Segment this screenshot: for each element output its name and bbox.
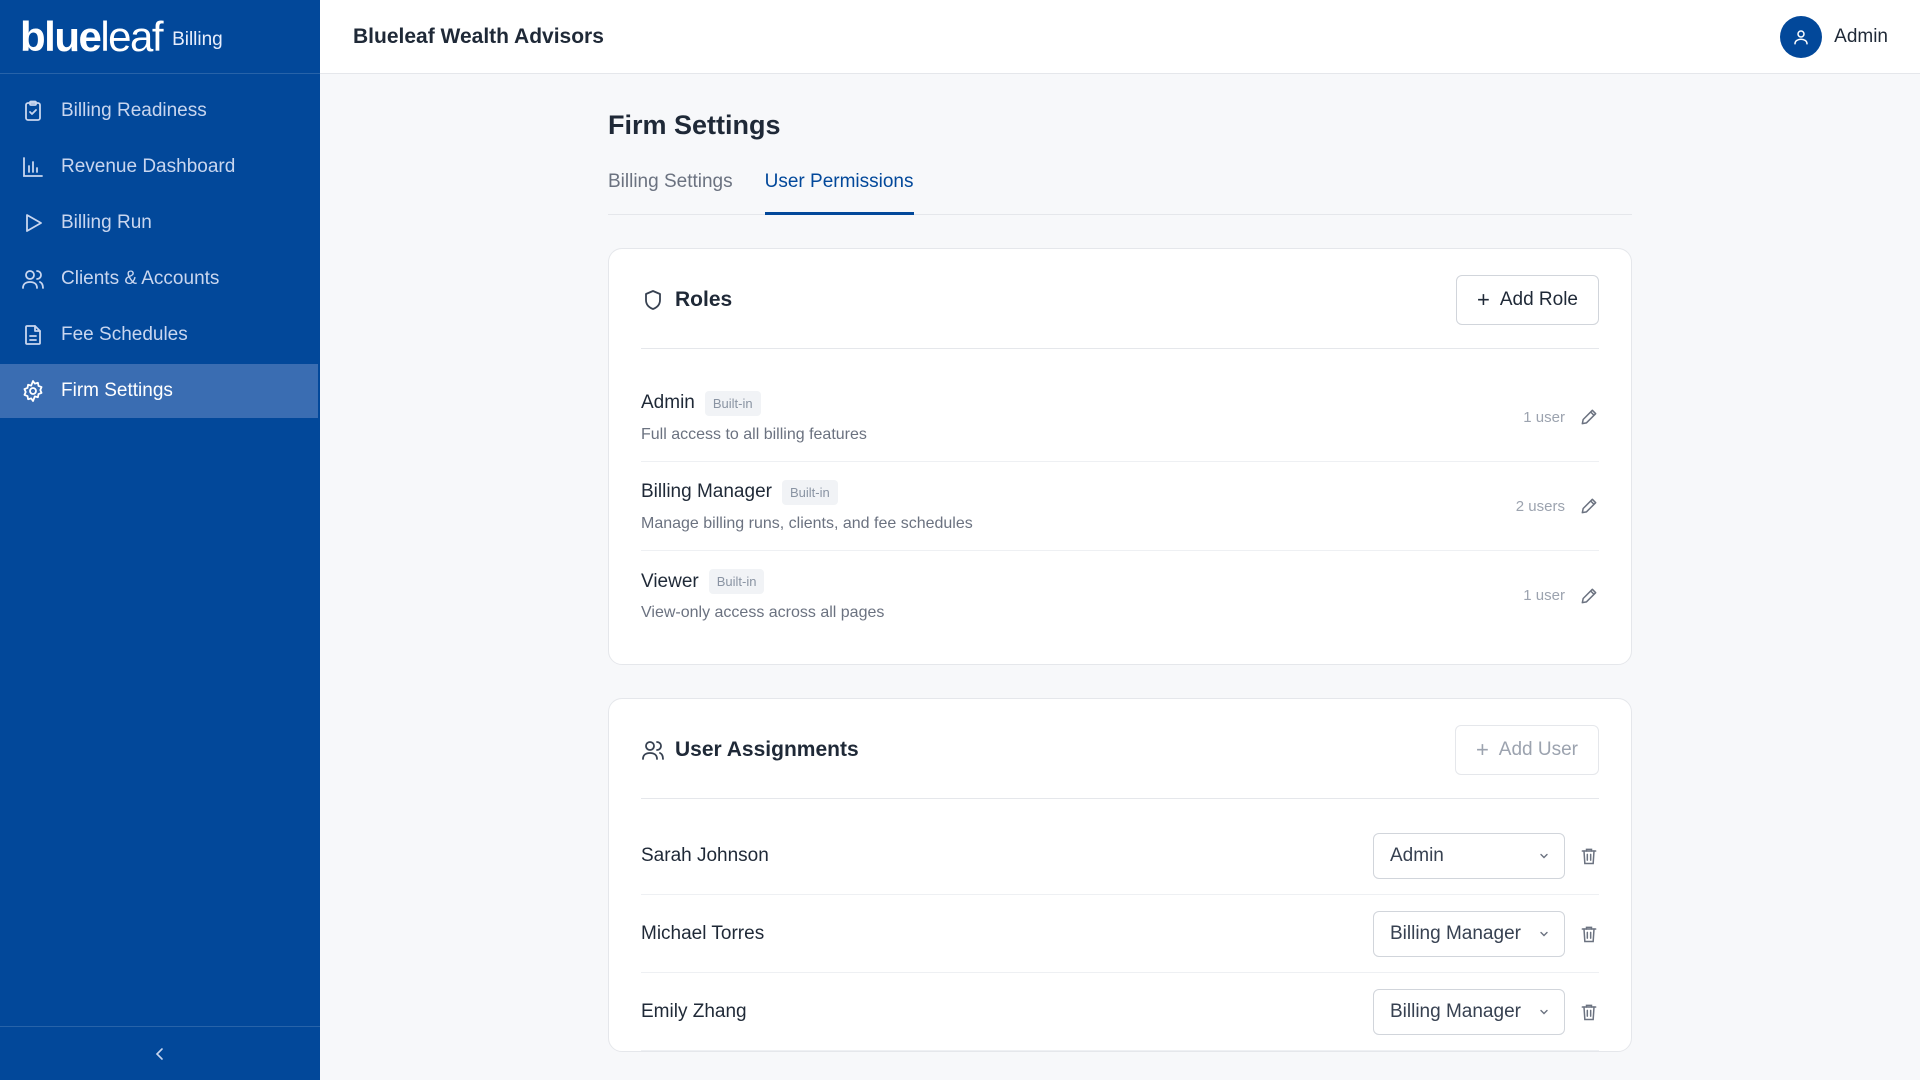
assignee-name: Sarah Johnson — [641, 844, 769, 866]
pencil-icon[interactable] — [1579, 496, 1599, 516]
role-select-value: Billing Manager — [1390, 922, 1521, 944]
user-name: Admin — [1834, 25, 1888, 47]
shield-icon — [645, 289, 661, 310]
built-in-badge: Built-in — [708, 569, 765, 594]
chevron-down-icon — [1540, 1009, 1548, 1014]
assignment-row: Emily Zhang Billing Manager — [641, 973, 1599, 1051]
plus-icon: + — [1475, 736, 1489, 762]
firm-name: Blueleaf Wealth Advisors — [353, 24, 604, 48]
role-select-value: Billing Manager — [1390, 1000, 1521, 1022]
assignment-list: Sarah Johnson Admin Michael Torres Billi… — [641, 799, 1599, 1051]
role-row: Admin Built-in Full access to all billin… — [641, 373, 1599, 462]
assignments-card-header: User Assignments + Add User — [641, 699, 1599, 799]
role-name: Viewer — [641, 570, 699, 592]
role-description: Manage billing runs, clients, and fee sc… — [641, 514, 973, 532]
role-user-count: 2 users — [1515, 497, 1565, 515]
role-user-count: 1 user — [1523, 587, 1565, 604]
brand-subtitle: Billing — [172, 28, 223, 50]
sidebar-item-label: Revenue Dashboard — [61, 156, 236, 177]
brand: blueleaf Billing — [0, 0, 320, 74]
collapse-sidebar-button[interactable] — [0, 1026, 320, 1080]
role-description: Full access to all billing features — [641, 425, 867, 443]
roles-title: Roles — [675, 287, 733, 311]
add-role-label: Add Role — [1499, 288, 1578, 310]
users-icon — [642, 740, 664, 760]
chevron-down-icon — [1540, 931, 1548, 936]
tab-user-permissions[interactable]: User Permissions — [764, 167, 914, 215]
gear-icon — [23, 380, 43, 402]
sidebar-item-firm-settings[interactable]: Firm Settings — [0, 364, 318, 418]
logo-light-text: leaf — [100, 12, 163, 60]
pencil-icon[interactable] — [1579, 407, 1599, 427]
add-user-button[interactable]: + Add User — [1454, 724, 1599, 775]
bar-chart-icon — [23, 157, 43, 177]
role-name: Admin — [641, 392, 695, 413]
add-role-button[interactable]: + Add Role — [1455, 274, 1599, 325]
role-select-value: Admin — [1390, 844, 1444, 866]
brand-logo[interactable]: blueleaf — [20, 12, 164, 60]
role-user-count: 1 user — [1523, 408, 1565, 426]
clipboard-check-icon — [25, 100, 41, 121]
assignments-title: User Assignments — [675, 737, 859, 761]
sidebar-item-clients-accounts[interactable]: Clients & Accounts — [0, 252, 320, 306]
sidebar-item-label: Clients & Accounts — [61, 268, 220, 289]
sidebar: blueleaf Billing Billing Readiness Reven… — [0, 0, 320, 1080]
logo-bold-text: blue — [20, 12, 102, 60]
add-user-label: Add User — [1498, 738, 1578, 760]
top-header: Blueleaf Wealth Advisors Admin — [320, 0, 1920, 74]
sidebar-item-billing-run[interactable]: Billing Run — [0, 196, 320, 250]
role-select[interactable]: Billing Manager — [1373, 910, 1565, 957]
role-select[interactable]: Billing Manager — [1373, 988, 1565, 1035]
role-row: Billing Manager Built-in Manage billing … — [641, 462, 1599, 551]
assignee-name: Michael Torres — [641, 922, 765, 944]
sidebar-item-label: Billing Run — [61, 212, 152, 233]
role-description: View-only access across all pages — [641, 604, 885, 621]
sidebar-nav: Billing Readiness Revenue Dashboard Bill… — [0, 84, 320, 418]
trash-icon[interactable] — [1579, 924, 1599, 944]
trash-icon[interactable] — [1579, 1002, 1599, 1022]
chevron-left-icon — [155, 1047, 163, 1060]
sidebar-item-fee-schedules[interactable]: Fee Schedules — [0, 308, 320, 362]
page-title: Firm Settings — [608, 110, 781, 140]
plus-icon: + — [1476, 286, 1490, 312]
assignee-name: Emily Zhang — [641, 1000, 747, 1022]
document-icon — [25, 325, 41, 345]
main-content: Firm Settings Billing Settings User Perm… — [608, 74, 1632, 1052]
roles-card: Roles + Add Role Admin Built-in Full acce… — [608, 248, 1632, 665]
play-icon — [26, 214, 42, 232]
built-in-badge: Built-in — [704, 390, 761, 416]
user-assignments-card: User Assignments + Add User Sarah Johnson… — [608, 698, 1632, 1052]
sidebar-item-label: Firm Settings — [61, 380, 173, 401]
sidebar-item-label: Fee Schedules — [61, 324, 188, 345]
sidebar-item-revenue-dashboard[interactable]: Revenue Dashboard — [0, 140, 320, 194]
trash-icon[interactable] — [1579, 846, 1599, 866]
role-name: Billing Manager — [641, 481, 772, 502]
sidebar-item-billing-readiness[interactable]: Billing Readiness — [0, 84, 320, 138]
avatar[interactable] — [1780, 15, 1823, 58]
roles-card-header: Roles + Add Role — [641, 249, 1599, 349]
chevron-down-icon — [1540, 853, 1548, 858]
tab-billing-settings[interactable]: Billing Settings — [608, 167, 733, 215]
users-icon — [22, 270, 44, 289]
role-row: Viewer Built-in View-only access across … — [641, 551, 1599, 640]
pencil-icon[interactable] — [1579, 586, 1599, 606]
settings-tabs: Billing Settings User Permissions — [608, 167, 1632, 215]
assignment-row: Sarah Johnson Admin — [641, 817, 1599, 895]
user-icon — [1794, 29, 1808, 44]
user-menu[interactable]: Admin — [1780, 15, 1888, 58]
sidebar-item-label: Billing Readiness — [61, 100, 207, 121]
assignment-row: Michael Torres Billing Manager — [641, 895, 1599, 973]
role-list: Admin Built-in Full access to all billin… — [641, 349, 1599, 664]
role-select[interactable]: Admin — [1373, 832, 1565, 879]
built-in-badge: Built-in — [781, 479, 838, 505]
